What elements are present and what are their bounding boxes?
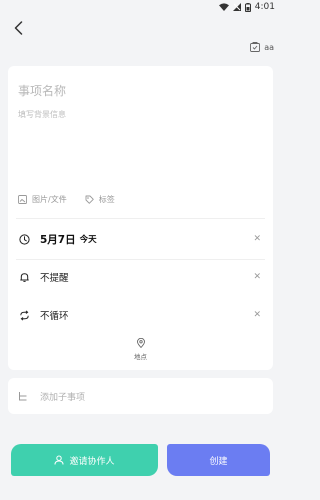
signal-icon bbox=[232, 3, 241, 11]
add-subtask-row[interactable]: 添加子事项 bbox=[8, 378, 273, 414]
clear-date-button[interactable]: ✕ bbox=[253, 234, 261, 244]
location-button[interactable]: 地点 bbox=[8, 338, 273, 361]
reminder-label: 不提醒 bbox=[40, 273, 69, 284]
date-value: 5月7日 bbox=[40, 233, 76, 246]
invite-label: 邀请协作人 bbox=[69, 456, 115, 467]
description-input[interactable]: 填写背景信息 bbox=[18, 109, 66, 120]
chevron-left-icon bbox=[14, 21, 22, 35]
status-bar: 4:01 bbox=[0, 0, 281, 14]
template-selector[interactable]: aa bbox=[250, 40, 274, 54]
repeat-label: 不循环 bbox=[40, 311, 69, 322]
add-tag-button[interactable]: 标签 bbox=[85, 194, 115, 205]
divider bbox=[16, 218, 265, 219]
back-button[interactable] bbox=[10, 19, 26, 37]
location-label: 地点 bbox=[134, 353, 147, 361]
clock-icon bbox=[18, 233, 30, 245]
attachment-row: 图片/文件 标签 bbox=[18, 194, 115, 205]
create-label: 创建 bbox=[209, 456, 228, 467]
reminder-row[interactable]: 不提醒 ✕ bbox=[18, 263, 263, 291]
template-icon bbox=[250, 42, 261, 52]
image-icon bbox=[18, 195, 27, 204]
battery-icon bbox=[244, 2, 251, 12]
invite-collaborator-button[interactable]: 邀请协作人 bbox=[11, 444, 158, 476]
subtask-icon bbox=[18, 391, 28, 401]
tag-label: 标签 bbox=[98, 195, 115, 204]
clear-reminder-button[interactable]: ✕ bbox=[253, 272, 261, 282]
tag-icon bbox=[85, 195, 94, 204]
title-input[interactable]: 事项名称 bbox=[18, 82, 66, 99]
repeat-icon bbox=[18, 309, 30, 321]
media-label: 图片/文件 bbox=[32, 195, 67, 204]
bell-icon bbox=[18, 271, 30, 283]
add-media-button[interactable]: 图片/文件 bbox=[18, 194, 67, 205]
subtask-placeholder: 添加子事项 bbox=[40, 392, 86, 403]
template-label: aa bbox=[264, 42, 274, 52]
date-relative-label: 今天 bbox=[79, 235, 97, 245]
person-icon bbox=[54, 455, 64, 465]
divider bbox=[16, 259, 265, 260]
location-pin-icon bbox=[136, 338, 145, 348]
status-time: 4:01 bbox=[254, 2, 275, 12]
date-row[interactable]: 5月7日 今天 ✕ bbox=[18, 225, 263, 253]
create-button[interactable]: 创建 bbox=[167, 444, 270, 476]
repeat-row[interactable]: 不循环 ✕ bbox=[18, 301, 263, 329]
wifi-icon bbox=[218, 3, 229, 11]
task-form-card: 事项名称 填写背景信息 图片/文件 标签 5月7日 今天 ✕ 不提醒 ✕ 不循环… bbox=[8, 66, 273, 370]
clear-repeat-button[interactable]: ✕ bbox=[253, 310, 261, 320]
